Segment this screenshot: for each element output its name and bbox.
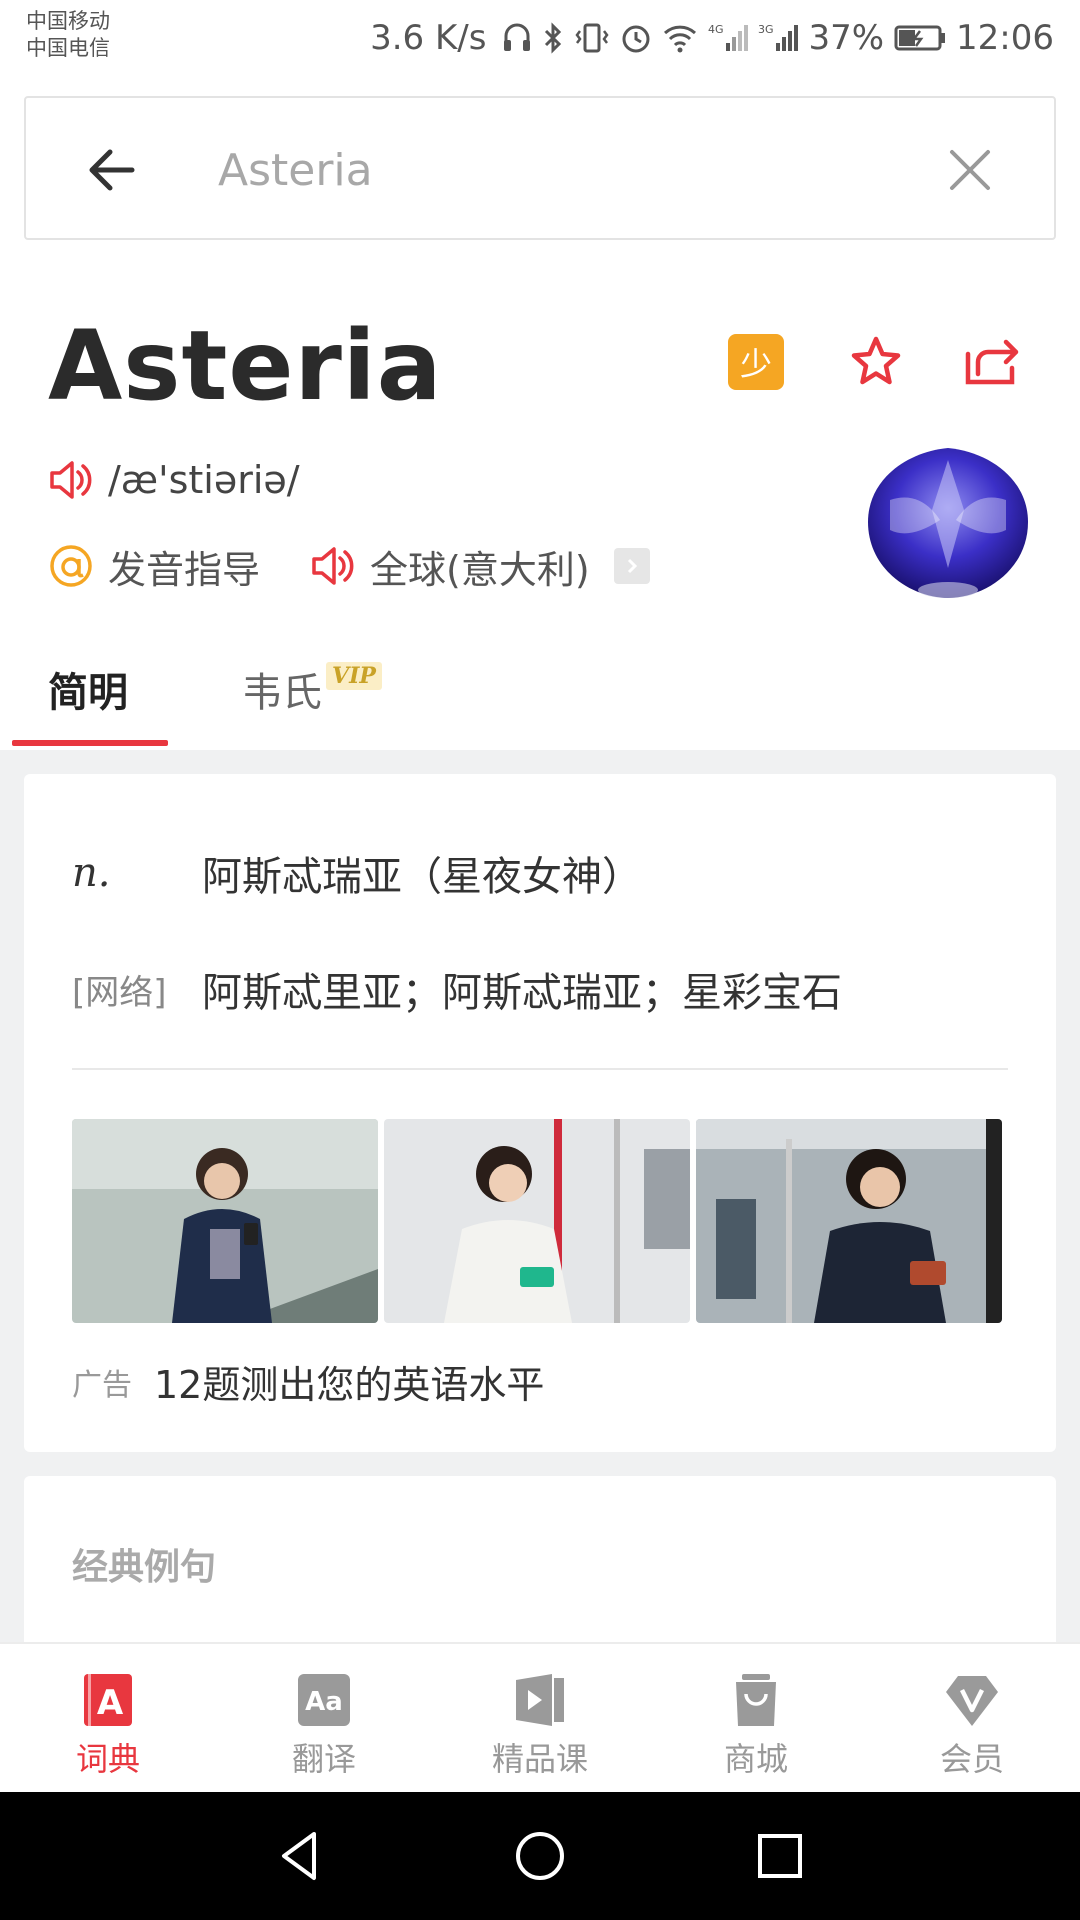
wifi-icon: [664, 25, 697, 53]
signal-4g-icon: 4G: [708, 23, 749, 51]
divider: [72, 1068, 1008, 1070]
at-sign-icon: [50, 545, 92, 587]
dictionary-icon: A: [84, 1674, 132, 1726]
nav-course[interactable]: 精品课: [460, 1672, 620, 1780]
tab-jianming[interactable]: 简明: [48, 660, 128, 718]
signal-3g-icon: 3G: [758, 23, 799, 51]
carrier-2: 中国电信: [26, 36, 110, 60]
clear-icon[interactable]: [940, 140, 1000, 200]
pron-guide-button[interactable]: 发音指导: [48, 539, 260, 594]
net-tag: [网络]: [72, 972, 167, 1013]
star-icon[interactable]: [848, 334, 904, 390]
svg-text:4G: 4G: [708, 23, 724, 36]
word-title: Asteria: [48, 310, 443, 422]
battery-icon: [894, 24, 946, 52]
clock: 12:06: [956, 18, 1054, 58]
examples-card: 经典例句: [24, 1476, 1056, 1646]
vip-badge: VIP: [326, 662, 382, 690]
ad-images[interactable]: [72, 1119, 1002, 1323]
tabs: 简明 韦氏: [0, 650, 1080, 750]
status-bar: 中国移动 中国电信 3.6 K/s 4G 3G 37% 12:06: [0, 0, 1080, 76]
speaker-icon: [312, 547, 354, 585]
ad-image-2[interactable]: [384, 1119, 690, 1323]
nav-label: 词典: [75, 1740, 140, 1778]
carrier-1: 中国移动: [26, 9, 110, 33]
ad-image-3[interactable]: [696, 1119, 1002, 1323]
svg-text:3G: 3G: [758, 23, 774, 36]
examples-title: 经典例句: [72, 1547, 217, 1588]
recents-square-icon[interactable]: [750, 1826, 810, 1886]
translate-icon: Aa: [298, 1674, 350, 1726]
nav-dictionary[interactable]: A 词典: [28, 1672, 188, 1780]
ad-text[interactable]: 12题测出您的英语水平: [154, 1354, 544, 1409]
headset-icon: [504, 23, 531, 51]
net-definition-text: 阿斯忒里亚；阿斯忒瑞亚；星彩宝石: [202, 970, 842, 1016]
carrier-info: 中国移动 中国电信: [26, 8, 110, 62]
search-input[interactable]: [218, 134, 918, 206]
vibrate-icon: [575, 23, 609, 53]
back-triangle-icon[interactable]: [270, 1826, 330, 1886]
shop-icon: [736, 1674, 776, 1726]
ad-label-row[interactable]: 广告 12题测出您的英语水平: [72, 1354, 544, 1409]
nav-translate[interactable]: Aa 翻译: [244, 1672, 404, 1780]
vip-diamond-icon: [946, 1676, 998, 1726]
course-icon: [516, 1674, 564, 1726]
word-image[interactable]: [860, 440, 1036, 604]
share-icon[interactable]: [964, 334, 1024, 390]
ad-image-1[interactable]: [72, 1119, 378, 1323]
nav-label: 会员: [939, 1740, 1004, 1778]
net-speed: 3.6 K/s: [370, 18, 487, 58]
battery-percent: 37%: [808, 18, 885, 58]
svg-text:A: A: [97, 1683, 124, 1723]
net-definition-row: [网络] 阿斯忒里亚；阿斯忒瑞亚；星彩宝石: [72, 960, 842, 1018]
status-icons: 3.6 K/s 4G 3G 37% 12:06: [370, 14, 1054, 62]
nav-label: 精品课: [491, 1740, 588, 1778]
active-tab-indicator: [12, 740, 168, 746]
bottom-nav: A 词典 Aa 翻译 精品课 商城 会员: [0, 1642, 1080, 1792]
part-of-speech: n.: [72, 850, 111, 896]
bluetooth-icon: [545, 22, 562, 54]
tab-webster[interactable]: 韦氏: [242, 660, 322, 718]
speaker-icon[interactable]: [48, 457, 94, 503]
definition-text: 阿斯忒瑞亚（星夜女神）: [202, 854, 642, 900]
svg-text:Aa: Aa: [305, 1687, 343, 1717]
alarm-icon: [622, 25, 650, 53]
nav-shop[interactable]: 商城: [676, 1672, 836, 1780]
phonetic-text: /æ'stiəriə/: [108, 458, 300, 502]
system-nav-bar: [0, 1792, 1080, 1920]
pronunciation-row: 发音指导 全球(意大利): [48, 538, 650, 594]
nav-label: 商城: [723, 1740, 788, 1778]
level-badge[interactable]: 少: [728, 334, 784, 390]
phonetic-row: /æ'stiəriə/: [48, 452, 300, 508]
back-arrow-icon[interactable]: [80, 138, 144, 202]
pron-guide-label: 发音指导: [108, 547, 261, 592]
home-circle-icon[interactable]: [510, 1826, 570, 1886]
nav-label: 翻译: [291, 1740, 356, 1778]
definition-card: n. 阿斯忒瑞亚（星夜女神） [网络] 阿斯忒里亚；阿斯忒瑞亚；星彩宝石 广告 …: [24, 774, 1056, 1452]
pron-global-label: 全球(意大利): [370, 547, 590, 592]
nav-vip[interactable]: 会员: [892, 1672, 1052, 1780]
definition-row: n. 阿斯忒瑞亚（星夜女神）: [72, 844, 642, 902]
pron-global-button[interactable]: 全球(意大利): [310, 539, 650, 594]
search-bar: [24, 96, 1056, 240]
ad-tag: 广告: [72, 1367, 132, 1403]
chevron-right-icon[interactable]: [613, 548, 650, 584]
